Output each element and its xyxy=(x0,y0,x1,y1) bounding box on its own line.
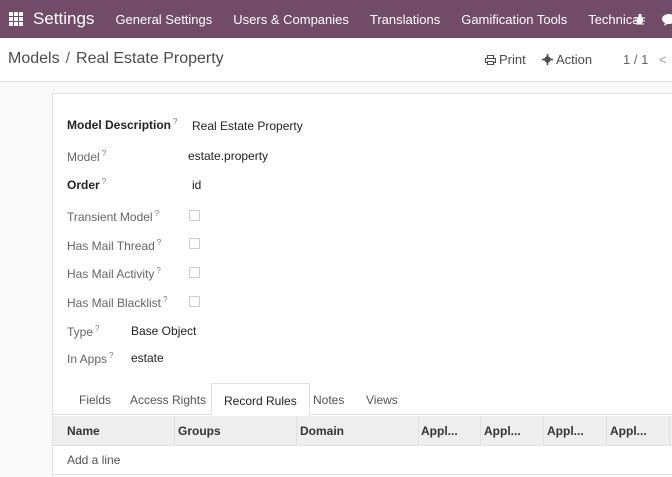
help-icon[interactable]: ? xyxy=(102,177,106,186)
transient-model-label: Transient Model? xyxy=(67,209,160,224)
table-row-divider xyxy=(53,474,672,475)
chat-icon[interactable] xyxy=(662,13,672,26)
order-label: Order? xyxy=(67,177,107,192)
help-icon[interactable]: ? xyxy=(157,238,161,247)
column-divider xyxy=(296,416,297,446)
breadcrumb-current: Real Estate Property xyxy=(76,50,224,67)
column-divider xyxy=(606,416,607,446)
action-label: Action xyxy=(556,52,593,67)
column-groups[interactable]: Groups xyxy=(178,416,221,446)
print-button[interactable]: Print xyxy=(485,52,526,67)
help-icon[interactable]: ? xyxy=(155,209,159,218)
print-icon xyxy=(485,54,496,65)
help-icon[interactable]: ? xyxy=(102,149,106,158)
in-apps-label: In Apps? xyxy=(67,351,114,366)
menu-translations[interactable]: Translations xyxy=(370,12,440,27)
column-apply-delete[interactable]: Appl... xyxy=(610,416,647,446)
has-mail-blacklist-checkbox[interactable] xyxy=(189,296,200,307)
help-icon[interactable]: ? xyxy=(109,351,113,360)
help-icon[interactable]: ? xyxy=(163,295,167,304)
transient-model-checkbox[interactable] xyxy=(189,210,200,221)
tab-access-rights[interactable]: Access Rights xyxy=(118,383,218,416)
type-value: Base Object xyxy=(131,324,197,338)
has-mail-activity-checkbox[interactable] xyxy=(189,267,200,278)
column-name[interactable]: Name xyxy=(67,416,100,446)
model-description-label: Model Description? xyxy=(67,117,178,132)
control-panel: Models / Real Estate Property Print Action… xyxy=(0,38,672,82)
model-value: estate.property xyxy=(188,149,269,163)
pager-value[interactable]: 1 / 1 xyxy=(623,52,648,67)
column-apply-read[interactable]: Appl... xyxy=(421,416,458,446)
pager-prev-button[interactable]: < xyxy=(659,52,667,67)
help-icon[interactable]: ? xyxy=(156,266,160,275)
apps-grid-icon[interactable] xyxy=(9,12,23,26)
in-apps-value: estate xyxy=(131,351,164,365)
breadcrumb-separator: / xyxy=(65,50,71,67)
print-label: Print xyxy=(499,52,526,67)
has-mail-thread-label: Has Mail Thread? xyxy=(67,238,162,253)
tab-record-rules[interactable]: Record Rules xyxy=(211,383,310,416)
has-mail-activity-label: Has Mail Activity? xyxy=(67,266,161,281)
tab-views[interactable]: Views xyxy=(354,383,410,416)
top-navbar: Settings General Settings Users & Compan… xyxy=(0,0,672,38)
gear-icon xyxy=(542,54,553,65)
menu-users-companies[interactable]: Users & Companies xyxy=(233,12,349,27)
column-domain[interactable]: Domain xyxy=(300,416,344,446)
menu-gamification-tools[interactable]: Gamification Tools xyxy=(461,12,567,27)
column-divider xyxy=(480,416,481,446)
column-divider xyxy=(543,416,544,446)
bug-icon[interactable] xyxy=(634,13,646,25)
breadcrumb-models-link[interactable]: Models xyxy=(8,50,60,67)
app-brand[interactable]: Settings xyxy=(33,9,94,29)
has-mail-blacklist-label: Has Mail Blacklist? xyxy=(67,295,168,310)
column-divider xyxy=(669,416,670,446)
tab-fields[interactable]: Fields xyxy=(67,383,123,416)
type-label: Type? xyxy=(67,324,100,339)
has-mail-thread-checkbox[interactable] xyxy=(189,238,200,249)
help-icon[interactable]: ? xyxy=(173,117,177,126)
model-label: Model? xyxy=(67,149,107,164)
help-icon[interactable]: ? xyxy=(95,324,99,333)
add-line-link[interactable]: Add a line xyxy=(67,453,120,467)
column-apply-create[interactable]: Appl... xyxy=(547,416,584,446)
column-apply-write[interactable]: Appl... xyxy=(484,416,521,446)
breadcrumb: Models / Real Estate Property xyxy=(8,50,224,68)
order-value[interactable]: id xyxy=(192,178,201,192)
action-button[interactable]: Action xyxy=(542,52,592,67)
column-divider xyxy=(174,416,175,446)
record-rules-table-header: Name Groups Domain Appl... Appl... Appl.… xyxy=(53,416,672,446)
column-divider xyxy=(418,416,419,446)
notebook-tabs: Fields Access Rights Record Rules Notes … xyxy=(52,383,672,416)
tab-notes[interactable]: Notes xyxy=(301,383,356,416)
model-description-value[interactable]: Real Estate Property xyxy=(192,119,303,133)
menu-general-settings[interactable]: General Settings xyxy=(115,12,212,27)
